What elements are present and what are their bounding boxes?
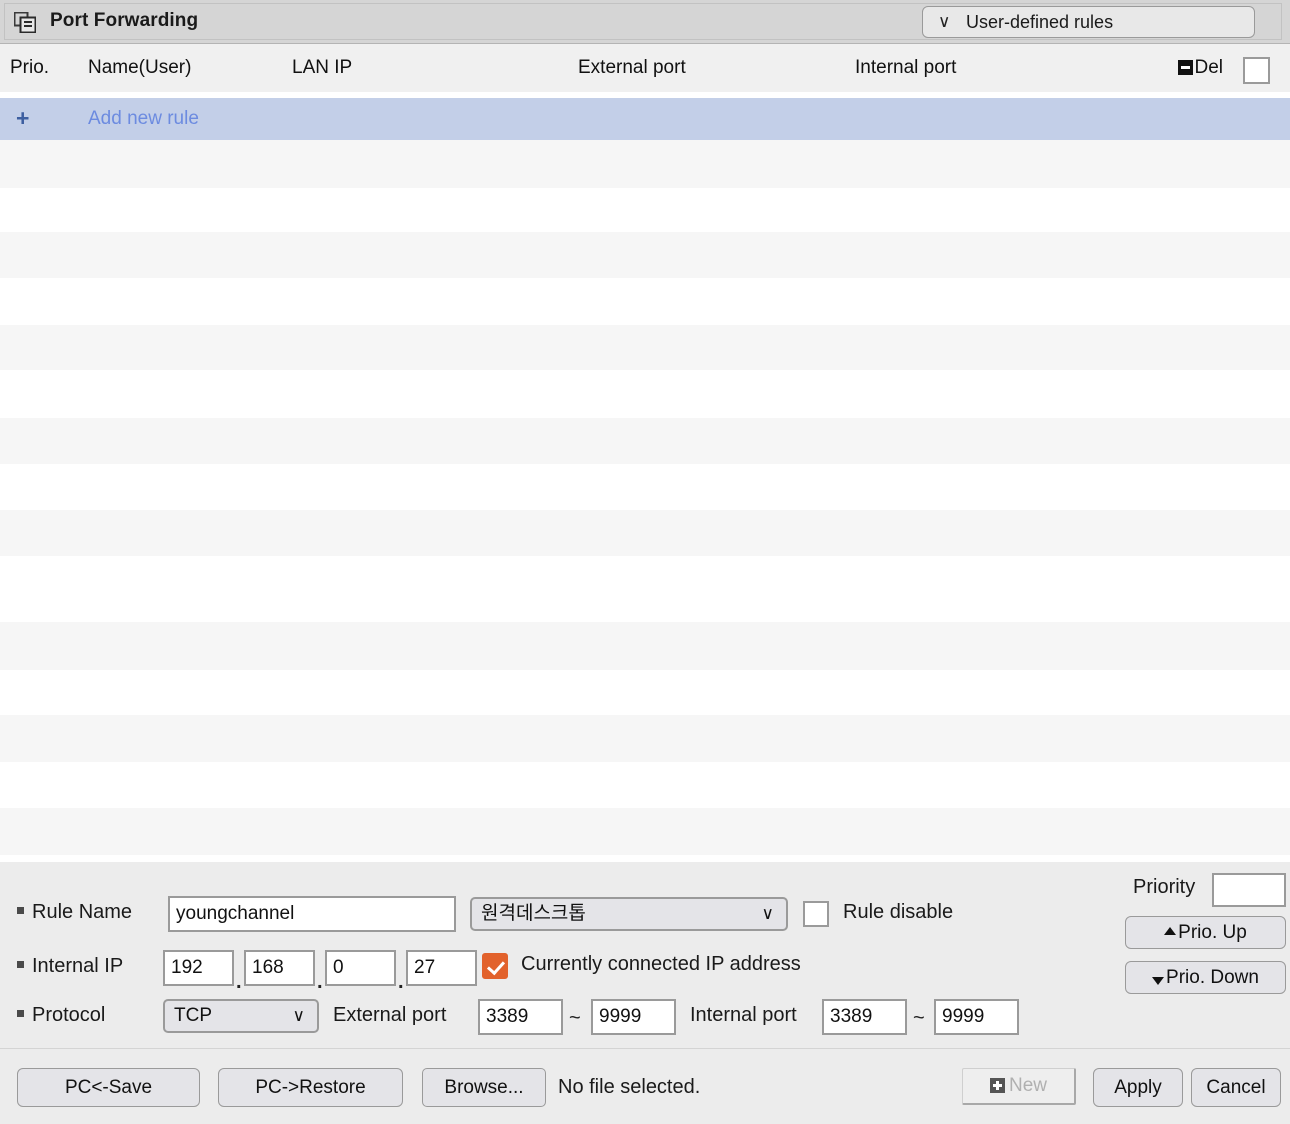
- prio-down-label: Prio. Down: [1166, 966, 1259, 988]
- ip-separator-1: .: [236, 971, 242, 993]
- prio-up-label: Prio. Up: [1178, 921, 1247, 943]
- current-ip-label: Currently connected IP address: [521, 953, 801, 975]
- chevron-down-icon: ∨: [938, 12, 951, 31]
- prio-up-button[interactable]: Prio. Up: [1125, 916, 1286, 949]
- internal-ip-octet-4[interactable]: [406, 950, 477, 986]
- add-new-rule-row[interactable]: + Add new rule: [0, 98, 1290, 140]
- column-header-del[interactable]: Del: [1178, 57, 1223, 79]
- pc-save-button[interactable]: PC<-Save: [17, 1068, 200, 1107]
- rule-name-label: Rule Name: [17, 901, 132, 924]
- internal-port-label: Internal port: [690, 1004, 797, 1026]
- plus-box-icon: [989, 1078, 1005, 1093]
- external-port-range-separator: ~: [569, 1007, 581, 1029]
- column-header-internal-port: Internal port: [855, 57, 957, 78]
- pc-restore-button[interactable]: PC->Restore: [218, 1068, 403, 1107]
- minus-box-icon: [1178, 60, 1194, 75]
- delete-all-checkbox[interactable]: [1243, 57, 1270, 84]
- table-empty-row: [0, 418, 1290, 464]
- protocol-select[interactable]: TCP ∨: [163, 999, 319, 1033]
- internal-ip-octet-3[interactable]: [325, 950, 396, 986]
- browse-button[interactable]: Browse...: [422, 1068, 546, 1107]
- internal-ip-label-text: Internal IP: [32, 955, 124, 977]
- ip-separator-3: .: [398, 971, 404, 993]
- external-port-from-input[interactable]: [478, 999, 563, 1035]
- table-empty-row: [0, 715, 1290, 762]
- panel-titlebar: Port Forwarding ∨ User-defined rules: [0, 0, 1290, 44]
- prio-down-button[interactable]: Prio. Down: [1125, 961, 1286, 994]
- service-preset-select[interactable]: 원격데스크톱 ∨: [470, 897, 788, 931]
- protocol-label-text: Protocol: [32, 1004, 106, 1026]
- external-port-to-input[interactable]: [591, 999, 676, 1035]
- table-empty-row: [0, 510, 1290, 556]
- new-button[interactable]: New: [962, 1068, 1076, 1105]
- column-header-name: Name(User): [88, 57, 192, 78]
- table-column-header: Prio. Name(User) LAN IP External port In…: [0, 44, 1290, 92]
- column-header-external-port: External port: [578, 57, 686, 78]
- protocol-value: TCP: [174, 1005, 212, 1026]
- rules-scope-select-value: User-defined rules: [966, 12, 1114, 32]
- add-new-rule-label: Add new rule: [88, 108, 199, 129]
- rule-disable-label: Rule disable: [843, 901, 954, 923]
- bullet-icon: [17, 961, 24, 968]
- column-header-lan-ip: LAN IP: [292, 57, 353, 78]
- priority-input[interactable]: [1212, 873, 1286, 907]
- apply-button[interactable]: Apply: [1093, 1068, 1183, 1107]
- file-status-text: No file selected.: [558, 1076, 701, 1098]
- table-empty-row: [0, 232, 1290, 278]
- table-empty-row: [0, 140, 1290, 188]
- rule-name-input[interactable]: [168, 896, 456, 932]
- new-button-label: New: [1008, 1075, 1047, 1096]
- column-header-del-label: Del: [1194, 57, 1223, 78]
- external-port-label: External port: [333, 1004, 447, 1026]
- internal-port-to-input[interactable]: [934, 999, 1019, 1035]
- page-title: Port Forwarding: [50, 10, 199, 31]
- bullet-icon: [17, 1010, 24, 1017]
- caret-down-icon: [1152, 976, 1165, 985]
- caret-up-icon: [1164, 926, 1177, 935]
- service-preset-value: 원격데스크톱: [481, 903, 586, 924]
- internal-ip-octet-2[interactable]: [244, 950, 315, 986]
- table-empty-row: [0, 325, 1290, 370]
- table-empty-row: [0, 808, 1290, 855]
- internal-ip-octet-1[interactable]: [163, 950, 234, 986]
- ip-separator-2: .: [317, 971, 323, 993]
- column-header-prio: Prio.: [10, 57, 50, 78]
- internal-port-range-separator: ~: [913, 1007, 925, 1029]
- table-empty-row: [0, 622, 1290, 670]
- rules-scope-select[interactable]: ∨ User-defined rules: [922, 6, 1255, 38]
- rule-disable-checkbox[interactable]: [803, 901, 829, 927]
- priority-label: Priority: [1133, 876, 1196, 898]
- internal-ip-label: Internal IP: [17, 955, 123, 978]
- plus-icon: +: [16, 105, 30, 131]
- cancel-button[interactable]: Cancel: [1191, 1068, 1281, 1107]
- bullet-icon: [17, 907, 24, 914]
- internal-port-from-input[interactable]: [822, 999, 907, 1035]
- protocol-label: Protocol: [17, 1004, 105, 1027]
- rule-name-label-text: Rule Name: [32, 901, 133, 923]
- windows-copy-icon: [13, 11, 37, 34]
- current-ip-checkbox[interactable]: [482, 953, 508, 979]
- chevron-down-icon: ∨: [761, 904, 774, 923]
- chevron-down-icon: ∨: [292, 1006, 305, 1025]
